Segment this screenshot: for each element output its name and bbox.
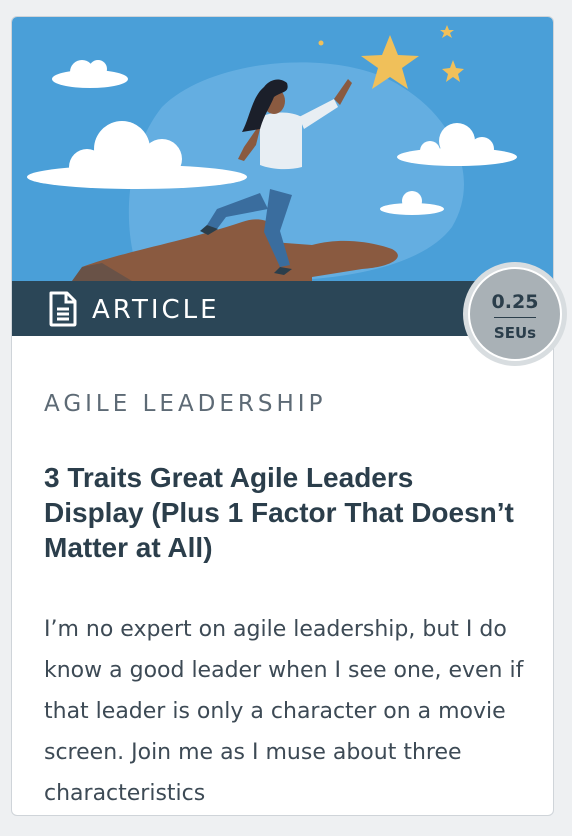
content-type-label: ARTICLE	[92, 295, 220, 325]
document-icon	[49, 291, 77, 327]
article-card[interactable]: ARTICLE AGILE LEADERSHIP 3 Traits Great …	[11, 16, 554, 816]
badge-divider	[494, 317, 536, 318]
article-excerpt: I’m no expert on agile leadership, but I…	[44, 617, 524, 806]
seu-value: 0.25	[491, 291, 539, 313]
hero-illustration	[12, 17, 553, 281]
seu-unit: SEUs	[493, 324, 537, 342]
category-label: AGILE LEADERSHIP	[44, 391, 327, 417]
article-title[interactable]: 3 Traits Great Agile Leaders Display (Pl…	[44, 460, 514, 565]
seu-badge: 0.25 SEUs	[463, 262, 567, 366]
